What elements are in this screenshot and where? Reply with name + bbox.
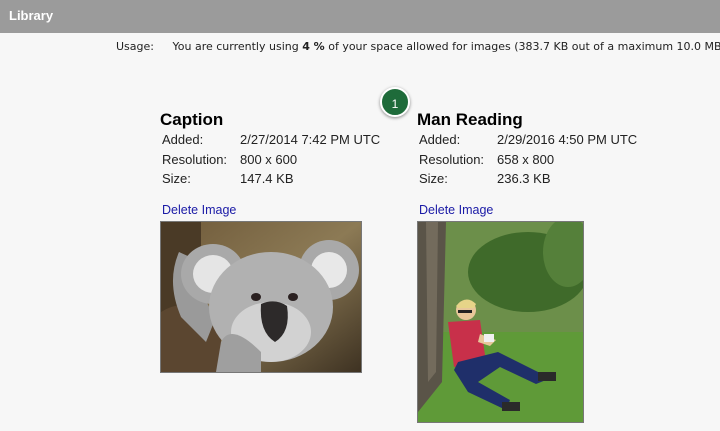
koala-image — [161, 222, 361, 372]
image-meta: Added: 2/27/2014 7:42 PM UTC Resolution: 8… — [160, 130, 390, 189]
library-title: Library — [9, 8, 54, 23]
image-card-caption: Caption Added: 2/27/2014 7:42 PM UTC Reso… — [160, 110, 390, 189]
added-row: Added: 2/27/2014 7:42 PM UTC — [160, 130, 390, 150]
resolution-value: 800 x 600 — [240, 151, 298, 167]
usage-percent: 4 % — [302, 40, 325, 53]
size-row: Size: 236.3 KB — [417, 169, 647, 189]
resolution-row: Resolution: 800 x 600 — [160, 150, 390, 170]
man-reading-image — [418, 222, 583, 422]
usage-label: Usage: — [116, 40, 154, 53]
added-value: 2/27/2014 7:42 PM UTC — [240, 132, 381, 147]
resolution-row: Resolution: 658 x 800 — [417, 150, 647, 170]
man-reading-photo[interactable] — [417, 221, 584, 423]
size-label: Size: — [419, 171, 448, 186]
resolution-label: Resolution: — [162, 151, 228, 167]
added-row: Added: 2/29/2016 4:50 PM UTC — [417, 130, 647, 150]
koala-photo[interactable] — [160, 221, 362, 373]
resolution-label: Resolution: — [419, 151, 485, 167]
added-label: Added: — [162, 132, 204, 147]
usage-text-after: of your space allowed for images (383.7 … — [324, 40, 720, 53]
image-title: Caption — [160, 110, 224, 129]
size-row: Size: 147.4 KB — [160, 169, 390, 189]
usage-line: Usage: You are currently using 4 % of yo… — [116, 40, 720, 53]
delete-image-link[interactable]: Delete Image — [162, 203, 236, 217]
added-value: 2/29/2016 4:50 PM UTC — [497, 132, 638, 147]
size-value: 147.4 KB — [240, 171, 294, 186]
size-value: 236.3 KB — [497, 171, 551, 186]
image-title: Man Reading — [417, 110, 523, 129]
image-card-man-reading: Man Reading Added: 2/29/2016 4:50 PM UTC … — [417, 110, 647, 189]
library-header: Library — [0, 0, 720, 33]
usage-text-before: You are currently using — [172, 40, 303, 53]
resolution-value: 658 x 800 — [497, 151, 555, 167]
image-meta: Added: 2/29/2016 4:50 PM UTC Resolution: 6… — [417, 130, 647, 189]
size-label: Size: — [162, 171, 191, 186]
added-label: Added: — [419, 132, 461, 147]
delete-image-link[interactable]: Delete Image — [419, 203, 493, 217]
